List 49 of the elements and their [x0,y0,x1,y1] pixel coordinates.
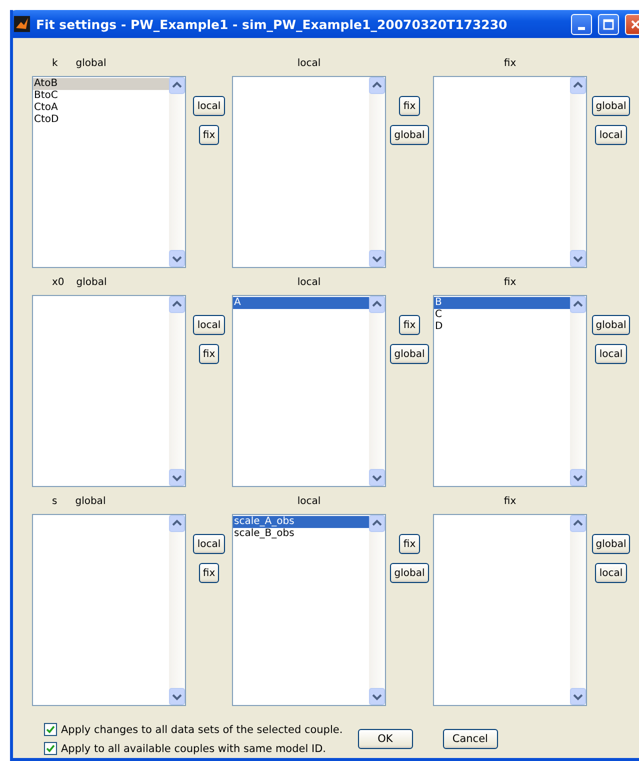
list-item[interactable]: B [434,297,570,309]
list-item[interactable]: CtoD [33,114,169,126]
list-box[interactable]: B C D [433,295,587,487]
list-box[interactable]: A [232,295,386,487]
list-box[interactable]: scale_A_obs scale_B_obs [232,514,386,706]
column-label: fix [504,58,516,68]
move-button[interactable]: local [595,125,627,145]
checkbox-label: Apply to all available couples with same model ID. [61,742,326,754]
move-button[interactable]: global [390,125,429,145]
list-item[interactable]: scale_B_obs [233,528,369,540]
move-button[interactable]: fix [399,315,420,335]
column-label: global [76,276,107,288]
move-button[interactable]: local [193,534,225,554]
column-label: fix [504,496,516,506]
column-label: local [297,58,321,68]
list-item[interactable]: C [434,309,570,321]
move-button[interactable]: fix [198,563,220,583]
window-title: Fit settings - PW_Example1 - sim_PW_Example1_20070320T173230 [36,16,508,32]
ok-button[interactable]: OK [358,729,413,749]
column-label: local [297,276,321,288]
list-item[interactable]: BtoC [33,90,169,102]
move-button[interactable]: global [592,96,630,116]
parameter-label: k [52,58,58,68]
column-label: local [297,496,321,506]
list-item[interactable]: scale_A_obs [233,516,369,528]
cancel-button[interactable]: Cancel [442,729,498,749]
move-button[interactable]: local [595,344,627,364]
list-item[interactable]: AtoB [33,78,169,90]
list-item[interactable]: CtoA [33,102,169,114]
move-button[interactable]: fix [399,96,420,116]
list-item[interactable]: D [434,321,570,333]
list-box[interactable]: AtoB BtoC CtoA CtoD [32,76,186,268]
move-button[interactable]: global [390,563,429,583]
move-button[interactable]: global [390,344,429,364]
move-button[interactable]: local [193,315,225,335]
column-label: fix [504,276,516,288]
move-button[interactable]: global [592,534,630,554]
column-label: global [75,496,106,506]
checkbox-label: Apply changes to all data sets of the selected couple. [61,724,343,736]
move-button[interactable]: fix [198,125,220,145]
move-button[interactable]: fix [399,534,420,554]
move-button[interactable]: fix [198,344,220,364]
list-item[interactable]: A [233,297,369,309]
parameter-label: s [52,496,58,506]
parameter-label: x0 [52,276,64,288]
column-label: global [76,58,106,68]
move-button[interactable]: local [595,563,627,583]
move-button[interactable]: local [193,96,225,116]
move-button[interactable]: global [592,315,630,335]
